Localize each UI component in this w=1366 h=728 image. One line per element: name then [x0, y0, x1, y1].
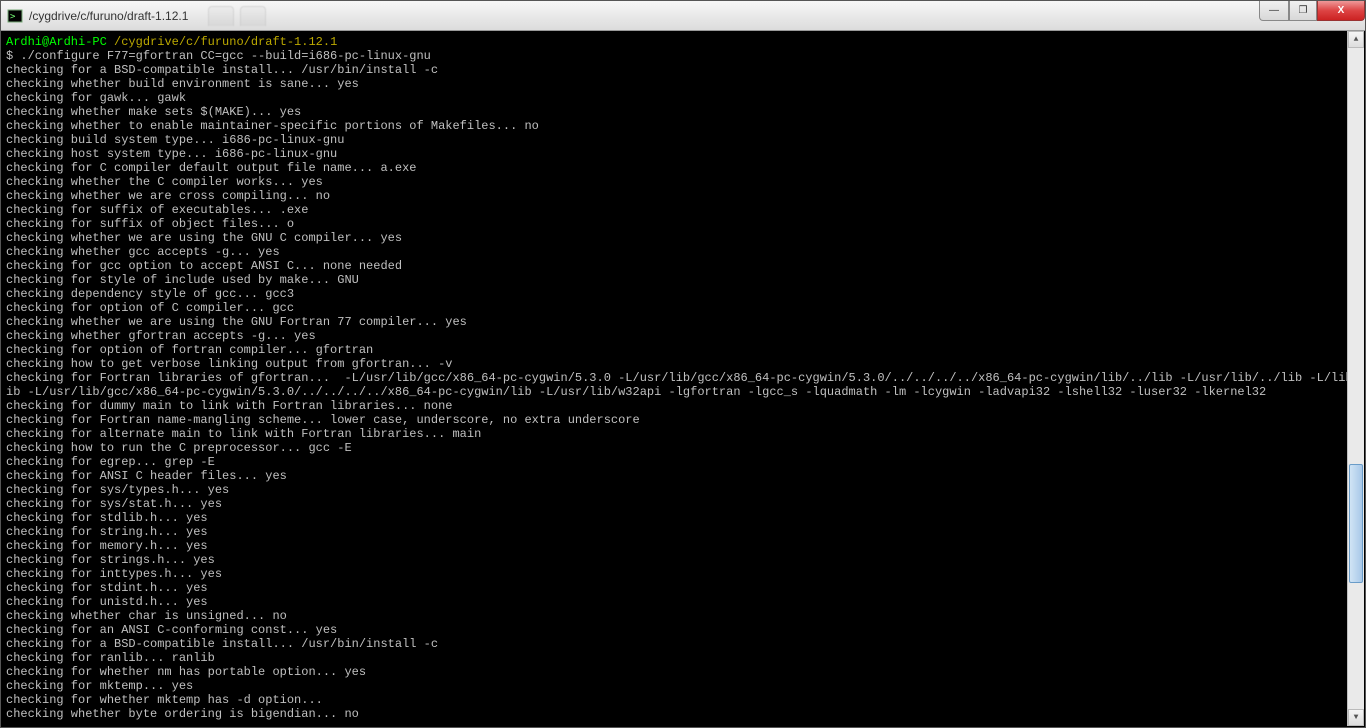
output-lines: checking for a BSD-compatible install...…: [6, 63, 1364, 721]
close-button[interactable]: X: [1317, 1, 1365, 21]
window-controls: — ❐ X: [1259, 1, 1365, 21]
command-text: ./configure F77=gfortran CC=gcc --build=…: [20, 49, 430, 63]
scrollbar-track[interactable]: [1348, 48, 1364, 709]
prompt-user: Ardhi@Ardhi-PC: [6, 35, 107, 49]
scroll-up-arrow[interactable]: ▲: [1348, 31, 1364, 48]
minimize-button[interactable]: —: [1259, 1, 1289, 21]
background-tab: [208, 6, 234, 26]
terminal-output[interactable]: Ardhi@Ardhi-PC /cygdrive/c/furuno/draft-…: [2, 31, 1364, 726]
background-tabs: [208, 6, 266, 26]
vertical-scrollbar[interactable]: ▲ ▼: [1347, 31, 1364, 726]
app-icon: >: [7, 8, 23, 24]
terminal-window: > /cygdrive/c/furuno/draft-1.12.1 — ❐ X …: [0, 0, 1366, 728]
prompt-symbol: $: [6, 49, 13, 63]
background-tab: [240, 6, 266, 26]
prompt-path: /cygdrive/c/furuno/draft-1.12.1: [114, 35, 337, 49]
svg-text:>: >: [10, 12, 16, 22]
scrollbar-thumb[interactable]: [1349, 464, 1363, 583]
window-title: /cygdrive/c/furuno/draft-1.12.1: [29, 9, 188, 23]
titlebar[interactable]: > /cygdrive/c/furuno/draft-1.12.1 — ❐ X: [1, 1, 1365, 31]
scroll-down-arrow[interactable]: ▼: [1348, 709, 1364, 726]
maximize-button[interactable]: ❐: [1289, 1, 1317, 21]
